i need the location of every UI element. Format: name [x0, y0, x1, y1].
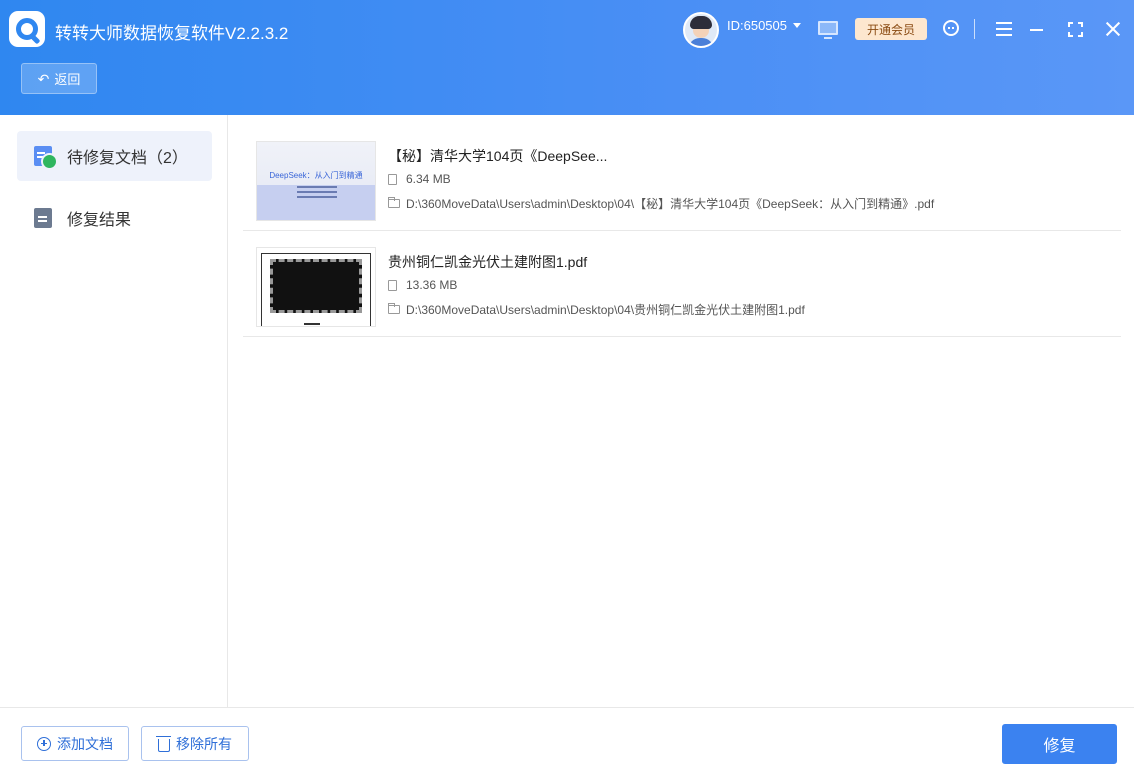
repair-button[interactable]: 修复	[1002, 724, 1117, 764]
file-size-value: 13.36 MB	[406, 278, 458, 292]
file-path: D:\360MoveData\Users\admin\Desktop\04\贵州…	[388, 301, 805, 318]
file-size-value: 6.34 MB	[406, 172, 451, 186]
file-path: D:\360MoveData\Users\admin\Desktop\04\【秘…	[388, 195, 934, 212]
file-path-value: D:\360MoveData\Users\admin\Desktop\04\贵州…	[406, 303, 805, 317]
doc-result-icon	[34, 208, 52, 228]
user-id[interactable]: ID:650505	[727, 18, 787, 33]
plus-circle-icon	[37, 736, 51, 751]
monitor-icon[interactable]	[818, 21, 838, 39]
chevron-down-icon[interactable]	[793, 23, 801, 28]
maximize-icon[interactable]	[1068, 22, 1083, 37]
menu-icon[interactable]	[996, 22, 1012, 36]
back-arrow-icon: ↶	[37, 70, 50, 87]
file-list: DeepSeek：从入门到精通 【秘】清华大学104页《DeepSee... 6…	[243, 125, 1121, 337]
file-name: 【秘】清华大学104页《DeepSee...	[388, 148, 608, 164]
sidebar-item-label: 待修复文档（2）	[67, 150, 188, 167]
avatar[interactable]	[683, 12, 719, 48]
support-icon[interactable]	[943, 20, 959, 36]
thumbnail-title: DeepSeek：从入门到精通	[269, 171, 363, 180]
doc-pending-icon	[34, 146, 58, 170]
file-size: 13.36 MB	[388, 278, 457, 292]
file-thumbnail	[256, 247, 376, 327]
close-icon[interactable]	[1105, 21, 1121, 37]
back-label: 返回	[54, 72, 81, 87]
remove-all-button[interactable]: 移除所有	[141, 726, 249, 761]
file-row[interactable]: DeepSeek：从入门到精通 【秘】清华大学104页《DeepSee... 6…	[243, 125, 1121, 231]
file-size: 6.34 MB	[388, 172, 451, 186]
app-title: 转转大师数据恢复软件V2.2.3.2	[55, 24, 289, 43]
sidebar-item-label: 修复结果	[67, 212, 132, 229]
file-size-icon	[388, 173, 397, 185]
vip-button[interactable]: 开通会员	[855, 18, 927, 40]
back-button[interactable]: ↶ 返回	[21, 63, 97, 94]
title-bar: 转转大师数据恢复软件V2.2.3.2 ID:650505 开通会员 ↶ 返回	[0, 0, 1134, 115]
footer-toolbar: 添加文档 移除所有 修复	[0, 707, 1134, 774]
file-name: 贵州铜仁凯金光伏土建附图1.pdf	[388, 254, 588, 270]
minimize-icon[interactable]	[1030, 29, 1043, 31]
sidebar-item-pending-docs[interactable]: 待修复文档（2）	[17, 131, 212, 181]
trash-icon	[156, 735, 171, 752]
remove-all-label: 移除所有	[176, 735, 232, 752]
folder-icon	[388, 303, 400, 314]
app-logo-icon	[9, 11, 45, 47]
add-document-label: 添加文档	[57, 735, 113, 752]
file-row[interactable]: 贵州铜仁凯金光伏土建附图1.pdf 13.36 MB D:\360MoveDat…	[243, 231, 1121, 337]
folder-icon	[388, 197, 400, 208]
file-size-icon	[388, 279, 397, 291]
sidebar: 待修复文档（2） 修复结果	[0, 115, 228, 707]
file-path-value: D:\360MoveData\Users\admin\Desktop\04\【秘…	[406, 197, 935, 211]
header-divider	[974, 19, 975, 39]
file-thumbnail: DeepSeek：从入门到精通	[256, 141, 376, 221]
sidebar-item-repair-results[interactable]: 修复结果	[17, 193, 212, 243]
add-document-button[interactable]: 添加文档	[21, 726, 129, 761]
